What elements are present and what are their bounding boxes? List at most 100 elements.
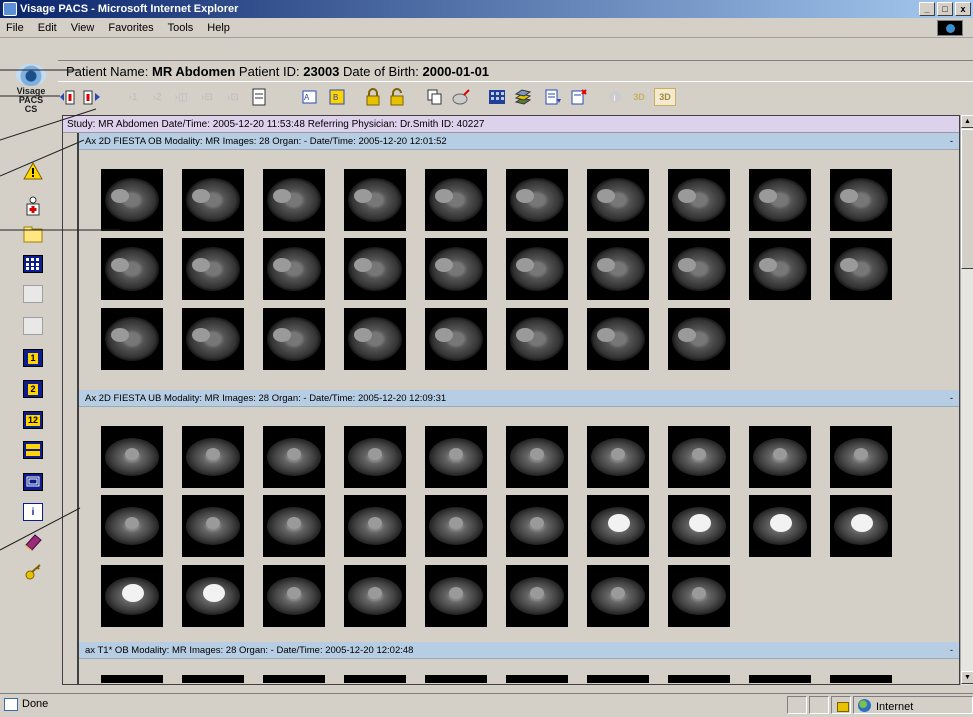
image-thumbnail[interactable] [263,238,325,300]
scroll-up-button[interactable]: ▲ [961,115,973,128]
image-thumbnail[interactable] [506,238,568,300]
image-thumbnail[interactable] [101,238,163,300]
image-thumbnail[interactable] [506,565,568,627]
image-thumbnail[interactable] [182,238,244,300]
book-icon[interactable] [22,532,44,552]
clear-icon[interactable] [452,88,470,106]
warning-icon[interactable] [22,161,44,181]
unlock-icon[interactable] [388,88,406,106]
image-thumbnail[interactable] [344,565,406,627]
image-thumbnail[interactable] [587,238,649,300]
image-thumbnail[interactable] [101,565,163,627]
image-thumbnail[interactable] [182,426,244,488]
copy-icon[interactable] [426,88,444,106]
image-thumbnail[interactable] [506,426,568,488]
image-thumbnail[interactable] [344,426,406,488]
document-icon[interactable] [250,88,268,106]
menu-edit[interactable]: Edit [38,22,57,34]
series-header-2[interactable]: Ax 2D FIESTA UB Modality: MR Images: 28 … [79,390,959,407]
image-thumbnail[interactable] [668,238,730,300]
image-thumbnail[interactable] [749,495,811,557]
image-thumbnail[interactable] [749,238,811,300]
image-thumbnail[interactable] [587,169,649,231]
scroll-thumb[interactable] [961,129,973,269]
image-thumbnail[interactable] [506,495,568,557]
folder-icon[interactable] [22,224,44,244]
grid-layout-icon[interactable] [22,254,44,274]
layout-1-icon[interactable]: 1 [22,348,44,368]
minimize-button[interactable]: _ [919,2,935,16]
menu-view[interactable]: View [71,22,95,34]
image-thumbnail[interactable] [425,308,487,370]
close-button[interactable]: x [955,2,971,16]
image-thumbnail[interactable] [668,426,730,488]
image-thumbnail[interactable] [182,169,244,231]
layout-1-2-icon[interactable]: 12 [22,410,44,430]
visage-logo[interactable]: Visage PACS CS [9,64,53,130]
image-thumbnail[interactable] [182,495,244,557]
image-thumbnail[interactable] [263,426,325,488]
patient-icon[interactable] [22,196,44,216]
series-2-collapse-button[interactable]: - [950,390,953,407]
menu-file[interactable]: File [6,22,24,34]
layout-2-icon[interactable]: 2 [22,379,44,399]
image-thumbnail[interactable] [425,565,487,627]
series-viewer[interactable]: Study: MR Abdomen Date/Time: 2005-12-20 … [62,115,960,685]
study-row[interactable]: Study: MR Abdomen Date/Time: 2005-12-20 … [63,116,959,133]
maximize-button[interactable]: □ [937,2,953,16]
image-thumbnail[interactable] [101,169,163,231]
prev-patient-icon[interactable] [60,88,78,106]
grid-icon[interactable] [488,88,506,106]
next-patient-icon[interactable] [82,88,100,106]
info-icon[interactable]: i [22,502,44,522]
image-thumbnail[interactable] [344,169,406,231]
image-thumbnail[interactable] [506,169,568,231]
image-thumbnail[interactable] [830,675,892,683]
image-thumbnail[interactable] [749,426,811,488]
image-thumbnail[interactable] [830,495,892,557]
image-thumbnail[interactable] [668,169,730,231]
series-1-collapse-button[interactable]: - [950,133,953,150]
menu-favorites[interactable]: Favorites [108,22,153,34]
image-thumbnail[interactable] [668,495,730,557]
image-thumbnail[interactable] [344,495,406,557]
image-thumbnail[interactable] [830,169,892,231]
stack-icon[interactable] [514,88,532,106]
image-thumbnail[interactable] [668,565,730,627]
image-thumbnail[interactable] [587,308,649,370]
lock-icon[interactable] [364,88,382,106]
image-thumbnail[interactable] [506,675,568,683]
vertical-scrollbar[interactable]: ▲ ▼ [960,115,973,685]
image-thumbnail[interactable] [425,238,487,300]
menu-tools[interactable]: Tools [168,22,194,34]
series-header-3[interactable]: ax T1* OB Modality: MR Images: 28 Organ:… [79,642,959,659]
query-b-icon[interactable]: B [328,88,346,106]
image-thumbnail[interactable] [587,495,649,557]
image-thumbnail[interactable] [425,675,487,683]
image-thumbnail[interactable] [668,308,730,370]
image-thumbnail[interactable] [668,675,730,683]
series-header-1[interactable]: Ax 2D FIESTA OB Modality: MR Images: 28 … [79,133,959,150]
image-thumbnail[interactable] [263,675,325,683]
menu-help[interactable]: Help [207,22,230,34]
image-thumbnail[interactable] [344,675,406,683]
delete-icon[interactable] [570,88,588,106]
image-thumbnail[interactable] [101,426,163,488]
image-thumbnail[interactable] [263,169,325,231]
image-thumbnail[interactable] [425,495,487,557]
image-thumbnail[interactable] [587,565,649,627]
export-icon[interactable] [544,88,562,106]
layout-stack-icon[interactable] [22,440,44,460]
image-thumbnail[interactable] [263,308,325,370]
image-thumbnail[interactable] [263,495,325,557]
image-thumbnail[interactable] [101,495,163,557]
series-3-collapse-button[interactable]: - [950,642,953,659]
image-thumbnail[interactable] [182,675,244,683]
image-thumbnail[interactable] [101,308,163,370]
image-thumbnail[interactable] [182,565,244,627]
image-thumbnail[interactable] [749,675,811,683]
image-thumbnail[interactable] [587,675,649,683]
image-thumbnail[interactable] [344,308,406,370]
image-thumbnail[interactable] [182,308,244,370]
query-icon[interactable]: A [300,88,318,106]
